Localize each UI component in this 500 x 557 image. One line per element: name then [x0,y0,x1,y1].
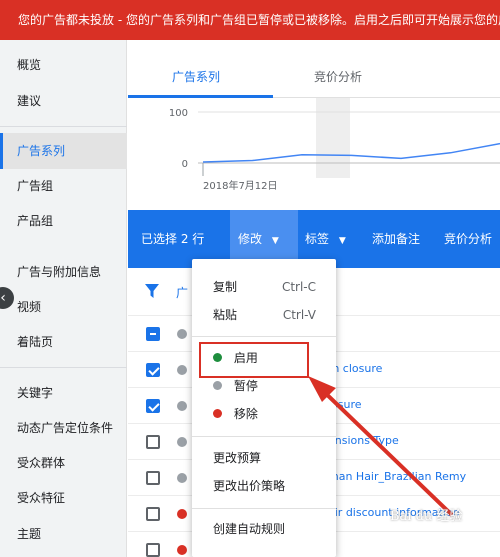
watermark-logo: Bai du 经验 [390,509,463,524]
sidebar: 概览 建议 广告系列 广告组 产品组 广告与附加信息 视频 着陆页 关键字 动态… [0,40,127,557]
filter-text[interactable]: 广 [176,284,188,301]
chart-highlight-band [316,98,350,178]
tab-bar: 广告系列 竞价分析 [128,40,500,98]
tab-bid-analysis[interactable]: 竞价分析 [314,68,362,85]
removed-status-icon [213,409,222,418]
sidebar-item-ads-extensions[interactable]: 广告与附加信息 [0,254,127,290]
campaign-name[interactable]: th closure [328,362,382,375]
chevron-left-icon: ‹ [0,290,6,306]
sidebar-item-topics[interactable]: 主题 [0,516,127,552]
paused-status-icon [177,401,187,411]
paused-status-icon [177,473,187,483]
sidebar-item-videos[interactable]: 视频 [0,289,127,325]
menu-item-copy[interactable]: 复制 Ctrl-C [192,273,336,301]
menu-divider [192,336,336,337]
paused-status-icon [213,381,222,390]
menu-item-change-bid-strategy[interactable]: 更改出价策略 [192,472,336,500]
shortcut-label: Ctrl-V [282,308,316,322]
menu-item-remove[interactable]: 移除 [192,400,336,428]
row-checkbox[interactable] [146,507,160,521]
row-checkbox[interactable] [146,435,160,449]
removed-status-icon [177,509,187,519]
sidebar-item-audiences[interactable]: 受众群体 [0,445,127,481]
select-all-checkbox[interactable] [146,327,160,341]
row-checkbox[interactable] [146,471,160,485]
performance-chart: 100 0 2018年7月12日 [128,98,500,210]
sidebar-divider [0,367,127,368]
y-tick-label: 100 [169,108,188,119]
x-tick-label: 2018年7月12日 [203,179,278,192]
dropdown-arrow-icon: ▼ [338,236,346,246]
removed-status-icon [177,545,187,555]
sidebar-item-landing-pages[interactable]: 着陆页 [0,324,127,360]
menu-divider [192,436,336,437]
shortcut-label: Ctrl-C [281,280,316,294]
menu-item-label: 粘贴 [213,308,238,322]
row-checkbox[interactable] [146,543,160,557]
menu-divider [192,508,336,509]
campaign-name[interactable]: ensions Type [328,434,399,447]
status-header-icon [177,329,187,339]
filter-icon[interactable] [145,284,159,298]
paused-status-icon [177,437,187,447]
sidebar-item-campaigns[interactable]: 广告系列 [0,133,127,169]
sidebar-item-overview[interactable]: 概览 [0,47,127,83]
add-note-button[interactable]: 添加备注 [372,210,420,268]
chart-svg: 100 0 2018年7月12日 [169,98,500,192]
menu-item-paste[interactable]: 粘贴 Ctrl-V [192,301,336,329]
modify-label: 修改 [238,232,263,246]
sidebar-item-product-groups[interactable]: 产品组 [0,203,127,239]
sidebar-item-dynamic-ad-targets[interactable]: 动态广告定位条件 [0,410,127,446]
campaign-name[interactable]: man Hair_Brazilian Remy [328,470,466,483]
annotation-highlight-box [199,342,309,378]
row-checkbox[interactable] [146,363,160,377]
y-tick-label: 0 [182,159,188,170]
menu-item-label: 暂停 [233,379,258,393]
sidebar-item-keywords[interactable]: 关键字 [0,375,127,411]
bid-analysis-button[interactable]: 竞价分析 [444,210,492,268]
sidebar-divider [0,126,127,127]
menu-item-label: 复制 [213,280,238,294]
sidebar-item-demographics[interactable]: 受众特征 [0,480,127,516]
alert-banner: 您的广告都未投放 - 您的广告系列和广告组已暂停或已被移除。启用之后即可开始展示… [0,0,500,40]
menu-item-create-rule[interactable]: 创建自动规则 [192,515,336,543]
menu-item-change-budget[interactable]: 更改预算 [192,444,336,472]
row-checkbox[interactable] [146,399,160,413]
dropdown-arrow-icon: ▼ [271,236,279,246]
series-line [202,142,500,163]
labels-label: 标签 [305,232,330,246]
sidebar-item-ad-groups[interactable]: 广告组 [0,168,127,204]
sidebar-item-recommendations[interactable]: 建议 [0,83,127,119]
menu-item-label: 移除 [233,407,258,421]
paused-status-icon [177,365,187,375]
modify-dropdown-menu: 复制 Ctrl-C 粘贴 Ctrl-V 启用 暂停 移除 更改预算 更改出价策略… [192,259,336,557]
tab-campaigns[interactable]: 广告系列 [172,68,220,85]
